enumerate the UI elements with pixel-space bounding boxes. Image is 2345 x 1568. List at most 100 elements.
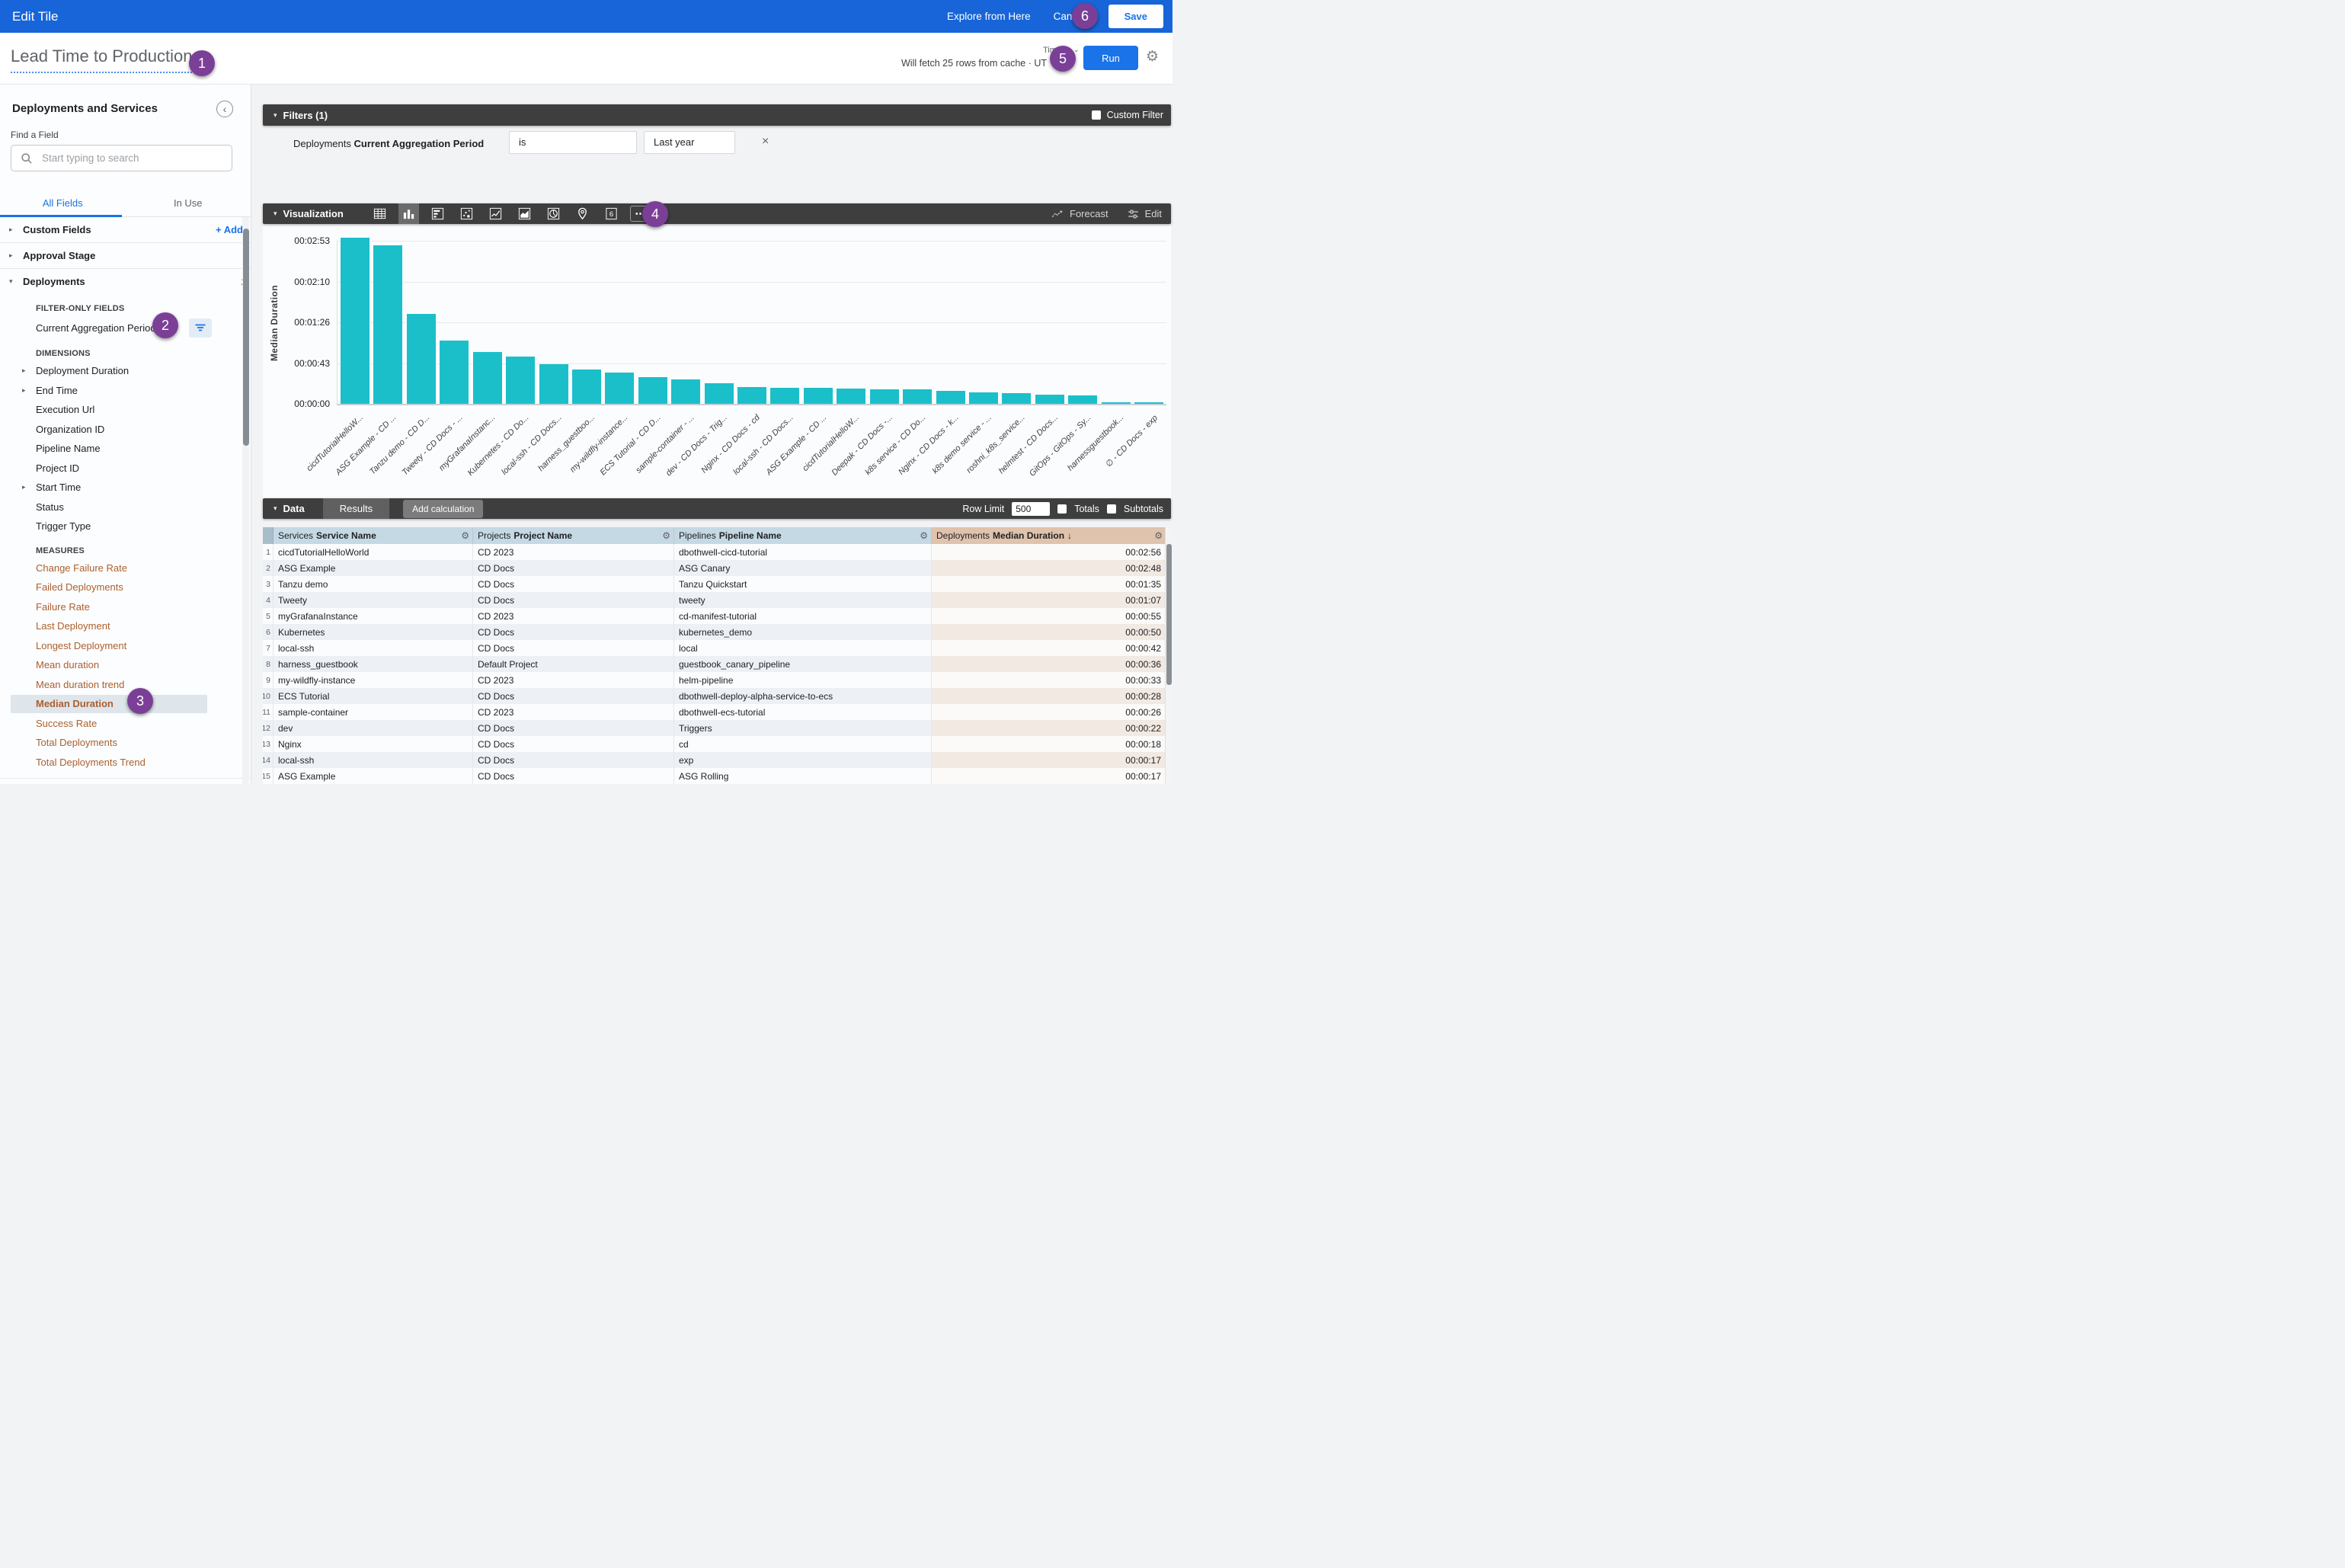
chart-bar[interactable]: [1134, 402, 1163, 405]
sidebar-field[interactable]: Change Failure Rate: [0, 558, 251, 578]
table-row[interactable]: 12devCD DocsTriggers00:00:22: [263, 720, 1172, 736]
chart-bar[interactable]: [373, 245, 402, 404]
line-chart-icon[interactable]: [485, 203, 506, 224]
chart-bar[interactable]: [903, 389, 932, 404]
table-cell[interactable]: CD Docs: [473, 640, 674, 656]
sidebar-field[interactable]: ▸Start Time: [0, 478, 251, 498]
table-row[interactable]: 15ASG ExampleCD DocsASG Rolling00:00:17: [263, 768, 1172, 784]
chart-bar[interactable]: [506, 357, 535, 404]
table-cell[interactable]: myGrafanaInstance: [274, 608, 473, 624]
column-header[interactable]: ServicesService Name⚙: [274, 527, 473, 544]
table-cell[interactable]: 00:02:56: [932, 544, 1166, 560]
add-custom-field-button[interactable]: + Add: [216, 224, 243, 235]
table-cell[interactable]: ASG Rolling: [674, 768, 932, 784]
gear-icon[interactable]: ⚙: [920, 530, 928, 541]
table-cell[interactable]: 00:01:07: [932, 592, 1166, 608]
chart-bar[interactable]: [539, 364, 568, 404]
table-cell[interactable]: sample-container: [274, 704, 473, 720]
table-cell[interactable]: 00:00:33: [932, 672, 1166, 688]
table-cell[interactable]: Tanzu Quickstart: [674, 576, 932, 592]
chart-bar[interactable]: [1102, 402, 1131, 405]
table-cell[interactable]: 00:00:17: [932, 752, 1166, 768]
chart-bar[interactable]: [770, 388, 799, 404]
table-cell[interactable]: Nginx: [274, 736, 473, 752]
table-cell[interactable]: 00:02:48: [932, 560, 1166, 576]
table-cell[interactable]: CD 2023: [473, 704, 674, 720]
table-cell[interactable]: dev: [274, 720, 473, 736]
table-row[interactable]: 3Tanzu demoCD DocsTanzu Quickstart00:01:…: [263, 576, 1172, 592]
table-cell[interactable]: tweety: [674, 592, 932, 608]
save-button[interactable]: Save: [1109, 5, 1163, 28]
table-row[interactable]: 14local-sshCD Docsexp00:00:17: [263, 752, 1172, 768]
chart-bar[interactable]: [407, 314, 436, 404]
totals-checkbox[interactable]: [1057, 504, 1067, 514]
forecast-button[interactable]: Forecast: [1051, 208, 1109, 220]
table-cell[interactable]: CD Docs: [473, 560, 674, 576]
table-row[interactable]: 13NginxCD Docscd00:00:18: [263, 736, 1172, 752]
table-cell[interactable]: Tanzu demo: [274, 576, 473, 592]
table-cell[interactable]: my-wildfly-instance: [274, 672, 473, 688]
table-cell[interactable]: CD Docs: [473, 624, 674, 640]
table-cell[interactable]: helm-pipeline: [674, 672, 932, 688]
subtotals-checkbox[interactable]: [1107, 504, 1116, 514]
table-row[interactable]: 6KubernetesCD Docskubernetes_demo00:00:5…: [263, 624, 1172, 640]
chart-bar[interactable]: [572, 370, 601, 404]
table-cell[interactable]: Tweety: [274, 592, 473, 608]
chart-bar[interactable]: [440, 341, 469, 404]
gear-icon[interactable]: ⚙: [1146, 48, 1159, 66]
table-cell[interactable]: cd-manifest-tutorial: [674, 608, 932, 624]
sidebar-field[interactable]: Execution Url: [0, 400, 251, 420]
single-value-icon[interactable]: 6: [601, 203, 622, 224]
sidebar-field[interactable]: Project ID: [0, 459, 251, 478]
table-cell[interactable]: ASG Example: [274, 560, 473, 576]
gear-icon[interactable]: ⚙: [461, 530, 469, 541]
column-chart-icon[interactable]: [398, 203, 419, 224]
explore-from-here-button[interactable]: Explore from Here: [947, 11, 1031, 22]
sidebar-item-deployments[interactable]: ▾ Deployments 2: [0, 269, 251, 294]
column-header[interactable]: ProjectsProject Name⚙: [473, 527, 674, 544]
column-header[interactable]: DeploymentsMedian Duration↓⚙: [932, 527, 1166, 544]
gear-icon[interactable]: ⚙: [662, 530, 670, 541]
filters-header[interactable]: Filters (1): [283, 110, 328, 121]
table-cell[interactable]: ASG Canary: [674, 560, 932, 576]
chart-bar[interactable]: [671, 379, 700, 404]
pie-chart-icon[interactable]: [543, 203, 564, 224]
chart-bar[interactable]: [837, 389, 865, 404]
edit-viz-button[interactable]: Edit: [1127, 208, 1162, 220]
table-cell[interactable]: 00:00:26: [932, 704, 1166, 720]
chart-bar[interactable]: [1002, 393, 1031, 404]
filter-value-select[interactable]: Last year: [644, 131, 735, 154]
table-cell[interactable]: cd: [674, 736, 932, 752]
bar-chart-icon[interactable]: [427, 203, 448, 224]
table-cell[interactable]: dbothwell-deploy-alpha-service-to-ecs: [674, 688, 932, 704]
table-cell[interactable]: local-ssh: [274, 752, 473, 768]
table-cell[interactable]: ASG Example: [274, 768, 473, 784]
tab-all-fields[interactable]: All Fields: [0, 190, 126, 216]
table-cell[interactable]: 00:01:35: [932, 576, 1166, 592]
table-scrollbar-thumb[interactable]: [1166, 544, 1172, 685]
sidebar-field[interactable]: Median Duration: [0, 694, 251, 714]
chart-bar[interactable]: [1035, 395, 1064, 404]
tab-results[interactable]: Results: [323, 498, 389, 519]
remove-filter-icon[interactable]: ×: [762, 135, 769, 149]
filter-operator-select[interactable]: is: [509, 131, 637, 154]
table-row[interactable]: 1cicdTutorialHelloWorldCD 2023dbothwell-…: [263, 544, 1172, 560]
table-cell[interactable]: dbothwell-ecs-tutorial: [674, 704, 932, 720]
sidebar-field[interactable]: Total Deployments Trend: [0, 753, 251, 773]
tab-in-use[interactable]: In Use: [126, 190, 251, 216]
sidebar-scrollbar-thumb[interactable]: [243, 229, 249, 446]
caret-down-icon[interactable]: ▾: [274, 210, 277, 218]
tile-title-input[interactable]: Lead Time to Production: [11, 46, 192, 73]
table-cell[interactable]: 00:00:17: [932, 768, 1166, 784]
area-chart-icon[interactable]: [514, 203, 535, 224]
table-row[interactable]: 2ASG ExampleCD DocsASG Canary00:02:48: [263, 560, 1172, 576]
sidebar-field[interactable]: Pipeline Name: [0, 439, 251, 459]
table-cell[interactable]: kubernetes_demo: [674, 624, 932, 640]
scatter-icon[interactable]: [456, 203, 477, 224]
chart-bar[interactable]: [737, 387, 766, 404]
table-cell[interactable]: CD 2023: [473, 672, 674, 688]
table-cell[interactable]: Kubernetes: [274, 624, 473, 640]
table-row[interactable]: 7local-sshCD Docslocal00:00:42: [263, 640, 1172, 656]
chart-bar[interactable]: [473, 352, 502, 404]
chart-bar[interactable]: [969, 392, 998, 404]
